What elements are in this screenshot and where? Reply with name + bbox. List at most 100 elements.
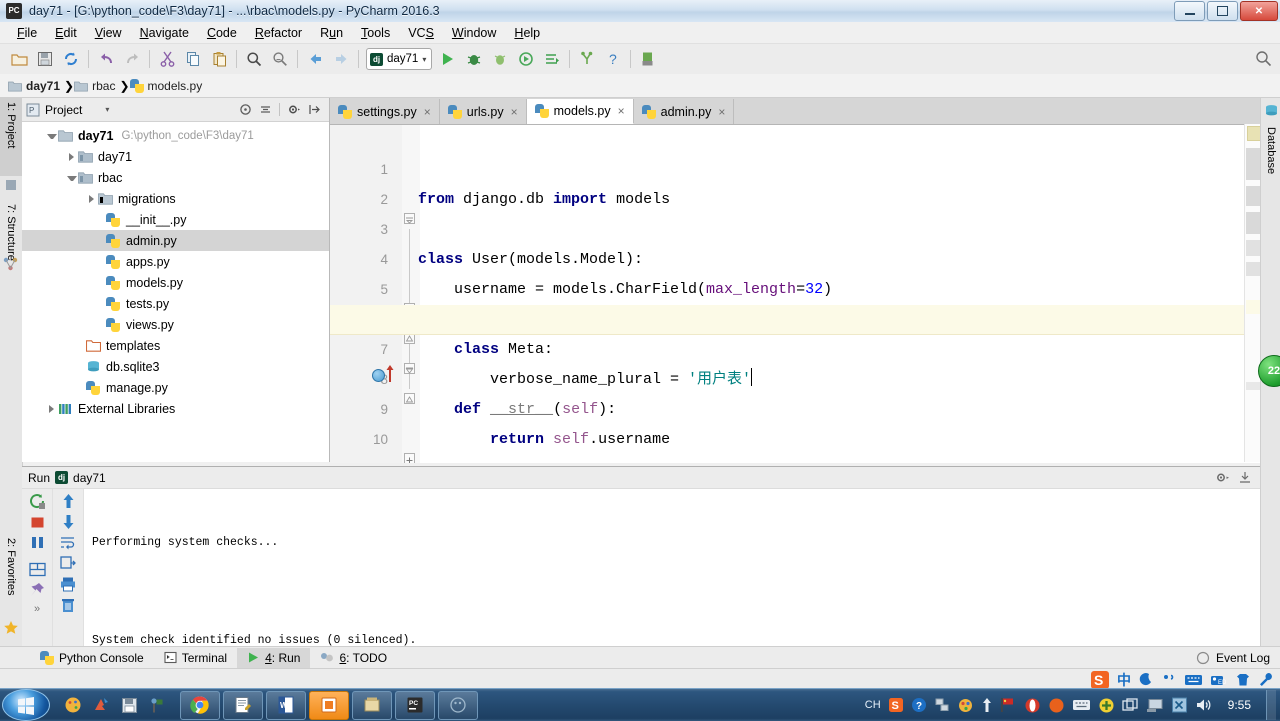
shield-icon[interactable] xyxy=(1098,697,1115,714)
chevron-right-icon[interactable] xyxy=(86,193,97,204)
redo-icon[interactable] xyxy=(120,47,144,71)
tab-python-console[interactable]: Python Console xyxy=(30,648,154,668)
run-icon[interactable] xyxy=(436,47,460,71)
save-icon[interactable] xyxy=(116,692,142,718)
ime-indicator[interactable]: CH xyxy=(865,699,881,711)
gear-icon[interactable] xyxy=(287,103,301,116)
menu-item-help[interactable]: Help xyxy=(505,24,549,42)
help-icon[interactable]: ? xyxy=(911,697,927,713)
forward-icon[interactable] xyxy=(329,47,353,71)
colors-icon[interactable] xyxy=(957,697,974,714)
sync-icon[interactable] xyxy=(59,47,83,71)
taskbar-word-window[interactable]: W xyxy=(266,690,306,720)
record-icon[interactable] xyxy=(1048,697,1065,714)
more-icon[interactable]: » xyxy=(34,603,40,615)
scroll-to-end-icon[interactable] xyxy=(60,555,76,571)
tree-item-external-libraries[interactable]: External Libraries xyxy=(22,398,329,419)
up-arrow-icon[interactable] xyxy=(61,493,76,509)
tab-urls-py[interactable]: urls.py × xyxy=(439,99,527,124)
editor-marker-gutter[interactable] xyxy=(1244,124,1261,462)
target-icon[interactable] xyxy=(239,103,252,116)
rerun-icon[interactable] xyxy=(29,493,46,510)
menu-item-file[interactable]: FFileile xyxy=(8,24,46,42)
chevron-right-icon[interactable] xyxy=(66,151,77,162)
chevron-down-icon[interactable]: ▾ xyxy=(105,105,109,114)
menu-item-edit[interactable]: Edit xyxy=(46,24,86,42)
sidebar-item-project[interactable]: 1: Project xyxy=(0,98,22,176)
hide-panel-icon[interactable] xyxy=(308,103,321,116)
menu-item-window[interactable]: Window xyxy=(443,24,505,42)
chevron-right-icon[interactable] xyxy=(46,403,57,414)
breakpoint-icon[interactable] xyxy=(372,369,385,382)
taskbar-explorer-window[interactable] xyxy=(352,690,392,720)
cut-icon[interactable] xyxy=(155,47,179,71)
minimize-button[interactable] xyxy=(1174,1,1205,21)
xls-icon[interactable] xyxy=(1171,697,1188,713)
tab-models-py[interactable]: models.py × xyxy=(526,99,634,124)
menu-item-view[interactable]: View xyxy=(86,24,131,42)
run-configuration-selector[interactable]: dj day71 ▾ xyxy=(366,48,433,70)
tree-item-day71-module[interactable]: day71 xyxy=(22,146,329,167)
close-icon[interactable]: × xyxy=(618,104,625,118)
paint-icon[interactable] xyxy=(60,692,86,718)
chevron-down-icon[interactable] xyxy=(66,172,77,183)
settings-icon[interactable] xyxy=(575,47,599,71)
tool-icon[interactable] xyxy=(1258,672,1274,688)
soft-wrap-icon[interactable] xyxy=(60,535,76,550)
tab-run[interactable]: 4: Run xyxy=(237,647,311,668)
layout-icon[interactable] xyxy=(28,562,46,577)
taskbar-paint-window[interactable] xyxy=(438,690,478,720)
tree-item-views-py[interactable]: views.py xyxy=(22,314,329,335)
event-log-label[interactable]: Event Log xyxy=(1216,651,1270,665)
show-desktop-button[interactable] xyxy=(1266,690,1276,720)
copy-icon[interactable] xyxy=(181,47,205,71)
network-icon[interactable] xyxy=(934,697,950,713)
pause-icon[interactable] xyxy=(30,535,45,550)
back-icon[interactable] xyxy=(303,47,327,71)
tree-item-migrations[interactable]: migrations xyxy=(22,188,329,209)
tree-item-day71-root[interactable]: day71 G:\python_code\F3\day71 xyxy=(22,125,329,146)
close-icon[interactable]: × xyxy=(511,105,518,119)
start-orb[interactable] xyxy=(2,689,50,721)
volume-icon[interactable] xyxy=(1195,697,1213,713)
taskbar-orange-window[interactable] xyxy=(309,690,349,720)
media-icon[interactable] xyxy=(88,692,114,718)
tab-todo[interactable]: 6: TODO xyxy=(310,648,397,668)
sogou-s-icon[interactable]: S xyxy=(1090,670,1110,690)
down-arrow-icon[interactable] xyxy=(61,514,76,530)
chinese-mode-icon[interactable]: 中 xyxy=(1117,670,1131,690)
voice-icon[interactable]: ED xyxy=(1210,673,1228,688)
search-icon[interactable] xyxy=(1255,50,1272,70)
close-icon[interactable]: × xyxy=(718,105,725,119)
taskbar-clock[interactable]: 9:55 xyxy=(1220,698,1259,712)
print-icon[interactable] xyxy=(60,576,76,592)
sogou-icon[interactable]: S xyxy=(888,697,904,713)
tab-terminal[interactable]: Terminal xyxy=(154,648,237,668)
keyboard-icon[interactable] xyxy=(1072,698,1091,712)
breadcrumb-item-models[interactable]: models.py xyxy=(129,78,207,93)
undo-icon[interactable] xyxy=(94,47,118,71)
sidebar-item-database[interactable]: Database xyxy=(1261,124,1280,177)
run-to-cursor-arrow-icon[interactable] xyxy=(386,365,394,382)
database-icon[interactable] xyxy=(636,47,660,71)
stop-icon[interactable] xyxy=(30,515,45,530)
keyboard-icon[interactable] xyxy=(1184,673,1203,687)
console-output[interactable]: Performing system checks... System check… xyxy=(84,489,1260,647)
tree-item-rbac[interactable]: rbac xyxy=(22,167,329,188)
update-icon[interactable] xyxy=(981,697,993,713)
help-icon[interactable]: ? xyxy=(601,47,625,71)
paste-icon[interactable] xyxy=(207,47,231,71)
menu-item-run[interactable]: Run xyxy=(311,24,352,42)
chevron-down-icon[interactable] xyxy=(46,130,57,141)
replace-icon[interactable] xyxy=(268,47,292,71)
gear-icon[interactable] xyxy=(1215,471,1230,484)
monitor-icon[interactable] xyxy=(1146,698,1164,713)
code-editor[interactable]: 1 from django.db import models 2 3 class… xyxy=(330,125,1260,463)
tree-item-templates[interactable]: templates xyxy=(22,335,329,356)
run-with-console-icon[interactable] xyxy=(540,47,564,71)
pin-icon[interactable] xyxy=(29,582,45,598)
hide-panel-icon[interactable] xyxy=(1238,471,1252,484)
tree-item-models-py[interactable]: models.py xyxy=(22,272,329,293)
debug-icon[interactable] xyxy=(462,47,486,71)
punctuation-icon[interactable] xyxy=(1161,672,1177,688)
